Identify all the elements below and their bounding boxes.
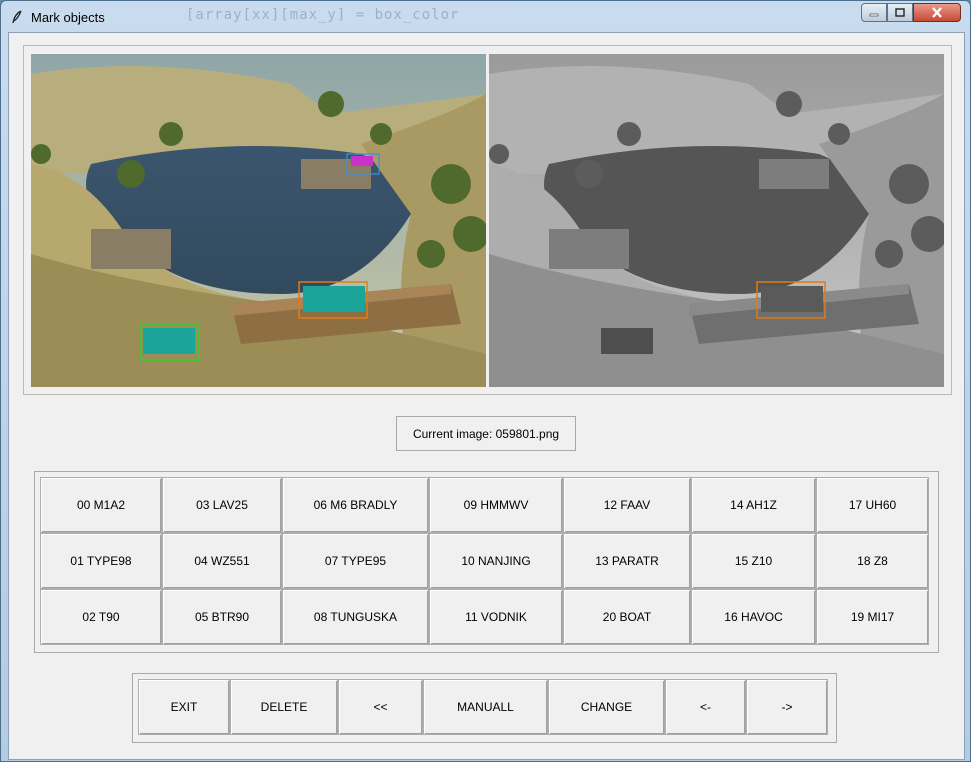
class-button[interactable]: 04 WZ551 bbox=[162, 533, 282, 589]
grayscale-image bbox=[489, 54, 944, 387]
class-button[interactable]: 12 FAAV bbox=[563, 477, 691, 533]
class-button[interactable]: 10 NANJING bbox=[429, 533, 563, 589]
maximize-icon bbox=[895, 8, 905, 17]
class-button[interactable]: 02 T90 bbox=[40, 589, 162, 645]
manual-button[interactable]: MANUALL bbox=[423, 679, 548, 735]
class-button[interactable]: 00 M1A2 bbox=[40, 477, 162, 533]
change-button[interactable]: CHANGE bbox=[548, 679, 665, 735]
delete-button[interactable]: DELETE bbox=[230, 679, 338, 735]
next-button[interactable]: -> bbox=[746, 679, 828, 735]
background-window-text: [array[xx][max_y] = box_color bbox=[186, 7, 460, 23]
close-icon bbox=[932, 7, 942, 18]
maximize-button[interactable] bbox=[887, 3, 913, 22]
minimize-button[interactable] bbox=[861, 3, 887, 22]
class-button[interactable]: 05 BTR90 bbox=[162, 589, 282, 645]
class-button[interactable]: 06 M6 BRADLY bbox=[282, 477, 429, 533]
class-button[interactable]: 09 HMMWV bbox=[429, 477, 563, 533]
class-button-panel: 00 M1A2 03 LAV25 06 M6 BRADLY 09 HMMWV 12 FA… bbox=[34, 471, 939, 653]
image-panel bbox=[23, 45, 952, 395]
class-button[interactable]: 15 Z10 bbox=[691, 533, 816, 589]
class-button[interactable]: 13 PARATR bbox=[563, 533, 691, 589]
class-button[interactable]: 18 Z8 bbox=[816, 533, 929, 589]
client-area: Current image: 059801.png 00 M1A2 03 LAV2… bbox=[8, 32, 965, 760]
window-title: Mark objects bbox=[31, 10, 105, 25]
title-bar[interactable]: Mark objects [array[xx][max_y] = box_col… bbox=[1, 1, 970, 33]
class-button[interactable]: 17 UH60 bbox=[816, 477, 929, 533]
class-button[interactable]: 08 TUNGUSKA bbox=[282, 589, 429, 645]
current-image-label: Current image: 059801.png bbox=[396, 416, 576, 451]
app-window: Mark objects [array[xx][max_y] = box_col… bbox=[0, 0, 971, 762]
class-button[interactable]: 16 HAVOC bbox=[691, 589, 816, 645]
class-button-grid: 00 M1A2 03 LAV25 06 M6 BRADLY 09 HMMWV 12 FA… bbox=[40, 477, 929, 645]
feather-icon bbox=[12, 10, 22, 24]
class-button[interactable]: 20 BOAT bbox=[563, 589, 691, 645]
exit-button[interactable]: EXIT bbox=[138, 679, 230, 735]
close-button[interactable] bbox=[913, 3, 961, 22]
prev-button[interactable]: <- bbox=[665, 679, 746, 735]
class-button[interactable]: 01 TYPE98 bbox=[40, 533, 162, 589]
action-button-panel: EXIT DELETE << MANUALL CHANGE <- -> bbox=[132, 673, 837, 743]
class-button[interactable]: 19 MI17 bbox=[816, 589, 929, 645]
annotated-image[interactable] bbox=[31, 54, 486, 387]
class-button[interactable]: 03 LAV25 bbox=[162, 477, 282, 533]
class-button[interactable]: 14 AH1Z bbox=[691, 477, 816, 533]
action-button-row: EXIT DELETE << MANUALL CHANGE <- -> bbox=[138, 679, 828, 735]
minimize-icon bbox=[869, 13, 879, 16]
class-button[interactable]: 07 TYPE95 bbox=[282, 533, 429, 589]
first-button[interactable]: << bbox=[338, 679, 423, 735]
class-button[interactable]: 11 VODNIK bbox=[429, 589, 563, 645]
